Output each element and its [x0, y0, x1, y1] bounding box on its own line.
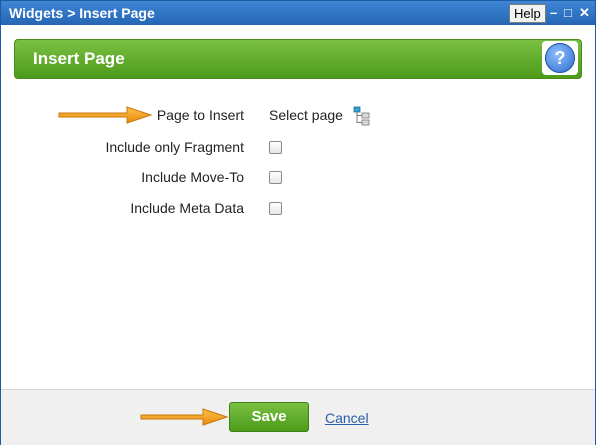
close-icon[interactable]: ✕ [579, 4, 590, 21]
title-bar[interactable]: Widgets > Insert Page Help – □ ✕ [1, 1, 595, 25]
section-title: Insert Page [33, 49, 125, 68]
include-meta-data-checkbox[interactable] [269, 202, 282, 215]
maximize-icon[interactable]: □ [564, 4, 572, 21]
question-mark-icon[interactable]: ? [545, 43, 575, 73]
orange-arrow-icon [140, 408, 229, 426]
include-move-to-label: Include Move-To [141, 169, 244, 185]
include-meta-data-label: Include Meta Data [130, 200, 244, 216]
save-button[interactable]: Save [229, 402, 309, 432]
insert-page-dialog: Widgets > Insert Page Help – □ ✕ Insert … [0, 0, 596, 445]
help-button[interactable]: Help [509, 4, 546, 23]
section-header: Insert Page [14, 39, 582, 79]
include-only-fragment-label: Include only Fragment [105, 139, 244, 155]
page-to-insert-label: Page to Insert [156, 107, 244, 123]
help-icon-button[interactable]: ? [542, 41, 578, 75]
include-only-fragment-checkbox[interactable] [269, 141, 282, 154]
page-tree-icon[interactable] [353, 106, 373, 126]
minimize-icon[interactable]: – [550, 4, 557, 21]
include-move-to-checkbox[interactable] [269, 171, 282, 184]
select-page-link[interactable]: Select page [269, 107, 343, 123]
window-title: Widgets > Insert Page [9, 5, 155, 21]
cancel-link[interactable]: Cancel [325, 410, 369, 426]
